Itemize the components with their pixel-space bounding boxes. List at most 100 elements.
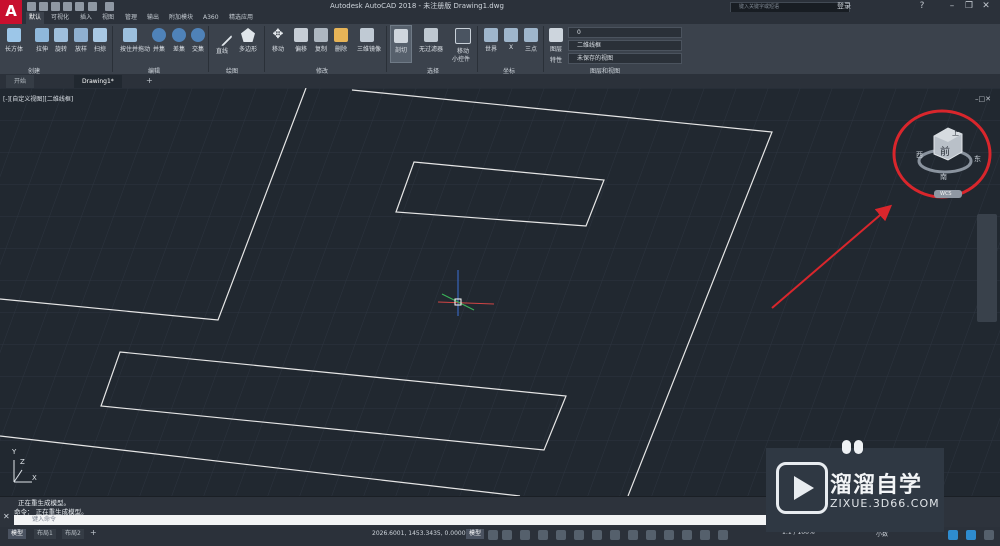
union-icon <box>152 28 166 42</box>
new-file-icon[interactable] <box>27 2 36 11</box>
world-ucs-tool[interactable]: 世界 <box>481 25 501 61</box>
selection-cycling-icon[interactable] <box>646 530 656 540</box>
move-tool[interactable]: ✥ 移动 <box>268 25 288 61</box>
new-tab-icon[interactable]: + <box>146 76 153 85</box>
polygon-icon <box>241 28 255 42</box>
viewcube-east-label[interactable]: 东 <box>974 154 981 164</box>
layer-dropdown[interactable]: 0 <box>568 27 682 38</box>
intersect-tool[interactable]: 交集 <box>188 25 208 61</box>
grid-icon[interactable] <box>488 530 498 540</box>
open-file-icon[interactable] <box>39 2 48 11</box>
tab-manage[interactable]: 管理 <box>122 12 140 24</box>
command-close-icon[interactable]: ✕ <box>3 512 10 521</box>
osnap-icon[interactable] <box>556 530 566 540</box>
subtract-tool[interactable]: 差集 <box>169 25 189 61</box>
viewcube-front-label[interactable]: 前 <box>940 143 950 158</box>
tab-layout2[interactable]: 布局2 <box>62 529 84 539</box>
navigation-bar[interactable] <box>977 214 997 322</box>
tab-view[interactable]: 视图 <box>99 12 117 24</box>
snap-icon[interactable] <box>502 530 512 540</box>
coordinates-readout[interactable]: 2026.6001, 1453.3435, 0.0000 <box>372 530 466 537</box>
3d-osnap-icon[interactable] <box>664 530 674 540</box>
loft-tool[interactable]: 放样 <box>71 25 91 61</box>
revolve-tool[interactable]: 旋转 <box>51 25 71 61</box>
presspull-tool[interactable]: 按住并拖动 <box>120 25 150 61</box>
copy-tool[interactable]: 复制 <box>311 25 331 61</box>
tab-drawing1[interactable]: Drawing1* <box>74 75 122 88</box>
help-icon[interactable]: ? <box>915 1 929 11</box>
minimize-button[interactable]: – <box>945 1 959 11</box>
line-tool[interactable]: 直线 <box>211 25 233 61</box>
box-icon <box>7 28 21 42</box>
viewcube-south-label[interactable]: 南 <box>940 172 947 182</box>
ribbon-separator <box>477 26 478 72</box>
union-tool[interactable]: 并集 <box>149 25 169 61</box>
hardware-acceleration-icon[interactable] <box>966 530 976 540</box>
mirror3d-tool[interactable]: 三维镜像 <box>357 25 381 61</box>
erase-tool[interactable]: 删除 <box>331 25 351 61</box>
add-layout-icon[interactable]: + <box>90 528 97 537</box>
intersect-icon <box>191 28 205 42</box>
tab-default[interactable]: 默认 <box>26 12 45 24</box>
tab-featured-apps[interactable]: 精选应用 <box>226 12 256 24</box>
watermark-url: ZIXUE.3D66.COM <box>830 497 940 510</box>
wcs-label[interactable]: WCS <box>940 191 952 197</box>
customization-icon[interactable] <box>984 530 994 540</box>
box-tool[interactable]: 长方体 <box>4 25 24 61</box>
save-icon[interactable] <box>51 2 60 11</box>
transparency-icon[interactable] <box>628 530 638 540</box>
slice-tool[interactable]: 剖切 <box>390 25 412 63</box>
login-link[interactable]: 登录 <box>837 1 851 11</box>
tab-insert[interactable]: 插入 <box>77 12 95 24</box>
window-title: Autodesk AutoCAD 2018 - 未注册版 Drawing1.dw… <box>330 2 504 10</box>
dynamic-input-icon[interactable] <box>682 530 692 540</box>
tab-model[interactable]: 模型 <box>8 529 27 539</box>
model-space-button[interactable]: 模型 <box>466 529 485 539</box>
offset-tool[interactable]: 偏移 <box>291 25 311 61</box>
gizmo-icon <box>455 28 471 44</box>
saved-view-dropdown[interactable]: 未保存的视图 <box>568 53 682 64</box>
lineweight-icon[interactable] <box>610 530 620 540</box>
close-button[interactable]: ✕ <box>979 1 993 11</box>
polar-icon[interactable] <box>538 530 548 540</box>
gizmo-status-icon[interactable] <box>700 530 710 540</box>
ribbon-separator <box>386 26 387 72</box>
three-point-ucs-tool[interactable]: 三点 <box>521 25 541 61</box>
extrude-tool[interactable]: 拉伸 <box>32 25 52 61</box>
dynamic-ucs-icon[interactable] <box>592 530 602 540</box>
no-filter-tool[interactable]: 无过滤器 <box>418 25 444 61</box>
sweep-tool[interactable]: 扫掠 <box>90 25 110 61</box>
redo-icon[interactable] <box>105 2 114 11</box>
viewport-label[interactable]: [-][自定义视图][二维线框] <box>3 94 73 103</box>
ucs-y-label: Y <box>12 448 17 456</box>
save-as-icon[interactable] <box>63 2 72 11</box>
viewcube-west-label[interactable]: 西 <box>916 150 923 160</box>
tab-start[interactable]: 开始 <box>6 75 35 88</box>
ortho-icon[interactable] <box>520 530 530 540</box>
restore-button[interactable]: ❐ <box>962 1 976 11</box>
tab-addins[interactable]: 附加模块 <box>166 12 196 24</box>
tab-a360[interactable]: A360 <box>200 12 222 24</box>
move-icon: ✥ <box>272 27 284 42</box>
drawing-viewport[interactable]: [-][自定义视图][二维线框] 上 前 南 东 西 WCS –□✕ Y X Z <box>0 88 1000 496</box>
tab-output[interactable]: 输出 <box>144 12 162 24</box>
gizmo-label: 小控件 <box>452 56 471 63</box>
visual-style-dropdown[interactable]: 二维线框 <box>568 40 682 51</box>
undo-icon[interactable] <box>88 2 97 11</box>
autocad-logo[interactable]: A <box>0 0 22 24</box>
layer-icon <box>549 28 563 42</box>
viewport-window-controls[interactable]: –□✕ <box>975 95 991 103</box>
polygon-tool[interactable]: 多边形 <box>238 25 258 61</box>
annotation-visibility-icon[interactable] <box>718 530 728 540</box>
print-icon[interactable] <box>75 2 84 11</box>
line-icon <box>211 25 233 47</box>
x-ucs-tool[interactable]: X <box>501 25 521 61</box>
revolve-icon <box>54 28 68 42</box>
tab-visualize[interactable]: 可视化 <box>48 12 72 24</box>
isolate-objects-icon[interactable] <box>948 530 958 540</box>
command-input[interactable]: 键入命令 <box>14 515 772 525</box>
watermark-brand: 溜溜自学 <box>830 473 923 498</box>
otrack-icon[interactable] <box>574 530 584 540</box>
viewcube-top-label[interactable]: 上 <box>952 128 959 138</box>
tab-layout1[interactable]: 布局1 <box>34 529 56 539</box>
